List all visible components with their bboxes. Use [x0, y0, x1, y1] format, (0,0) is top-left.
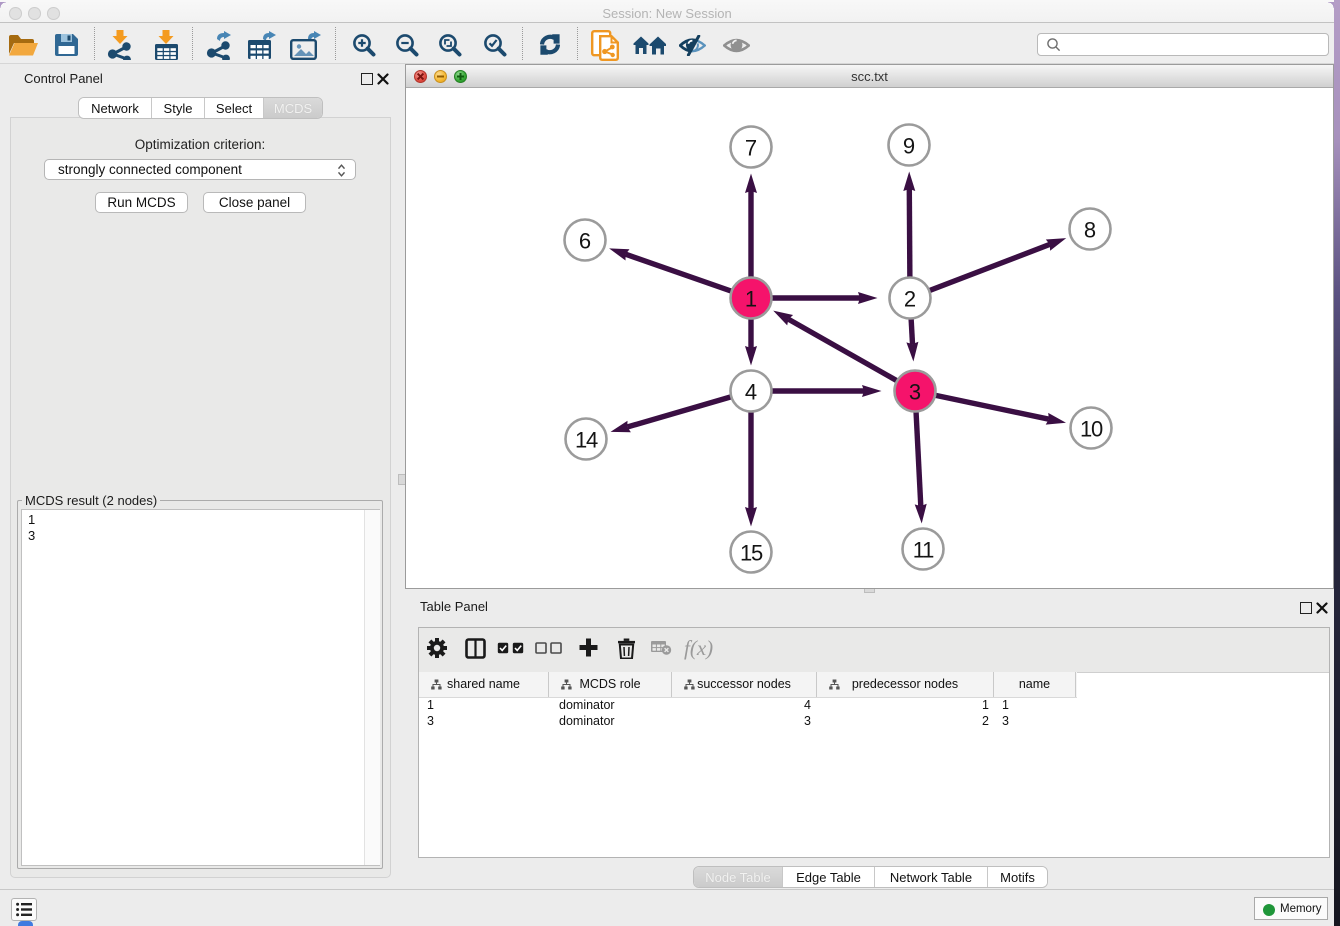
svg-text:4: 4 — [745, 380, 757, 405]
svg-text:2: 2 — [904, 287, 916, 312]
svg-text:10: 10 — [1080, 417, 1103, 442]
svg-text:7: 7 — [745, 136, 757, 161]
svg-text:15: 15 — [740, 541, 763, 566]
svg-text:1: 1 — [745, 287, 757, 312]
svg-text:6: 6 — [579, 229, 591, 254]
svg-text:8: 8 — [1084, 218, 1096, 243]
svg-text:3: 3 — [909, 380, 921, 405]
svg-text:9: 9 — [903, 134, 915, 159]
svg-text:14: 14 — [575, 428, 598, 453]
svg-text:11: 11 — [913, 538, 934, 563]
